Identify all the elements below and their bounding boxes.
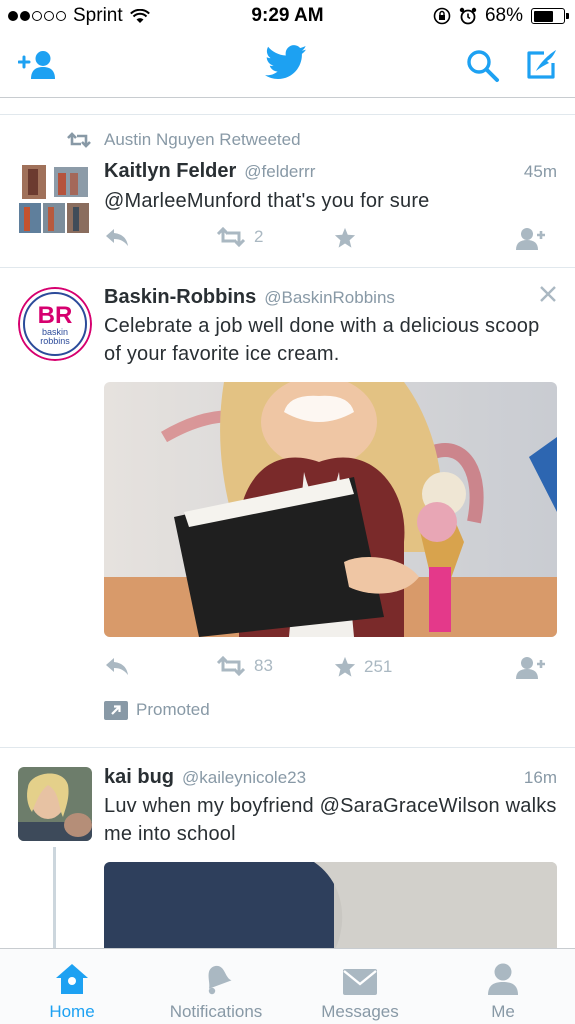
tweet-header: kai bug @kaileynicole23 16m [104, 766, 557, 789]
envelope-icon [343, 969, 377, 995]
collage-avatar-image [18, 163, 90, 235]
bell-icon [208, 965, 232, 995]
reply-button[interactable] [104, 656, 138, 676]
user-avatar-image [18, 767, 92, 841]
reply-button[interactable] [104, 227, 138, 247]
promoted-label: Promoted [104, 700, 210, 720]
retweet-icon [216, 227, 246, 247]
tweet-card[interactable]: kai bug @kaileynicole23 16m Luv when my … [0, 749, 575, 952]
dismiss-button[interactable] [539, 285, 557, 308]
status-bar: Sprint 9:29 AM 68% [0, 0, 575, 32]
tweet-photo[interactable] [104, 862, 557, 952]
promoted-arrow-icon [104, 700, 128, 720]
follow-user-icon [516, 657, 545, 679]
tab-home-label: Home [49, 1002, 95, 1021]
search-icon[interactable] [466, 49, 500, 83]
avatar[interactable]: BR baskin robbins [18, 287, 92, 361]
retweet-icon [216, 656, 246, 676]
tweet-time: 45m [523, 162, 557, 181]
follow-button[interactable] [515, 227, 555, 251]
thread-line [53, 847, 56, 948]
retweet-count: 2 [254, 227, 264, 246]
avatar[interactable] [18, 163, 90, 235]
ice-cream-photo-image [104, 382, 557, 637]
svg-text:robbins: robbins [40, 336, 70, 346]
home-icon [56, 964, 88, 994]
person-icon [488, 963, 518, 995]
status-right: 68% [433, 5, 569, 27]
author-handle[interactable]: @BaskinRobbins [264, 288, 395, 308]
like-button[interactable]: 251 [334, 656, 392, 678]
author-name[interactable]: kai bug [104, 766, 174, 789]
twitter-bird-icon[interactable] [265, 45, 308, 80]
alarm-icon [459, 7, 477, 25]
tweet-text: @MarleeMunford that's you for sure [104, 190, 430, 212]
retweet-context: Austin Nguyen Retweeted [66, 130, 301, 150]
tab-me[interactable]: Me [431, 949, 575, 1024]
promoted-tweet-card[interactable]: BR baskin robbins Baskin-Robbins @Baskin… [0, 269, 575, 748]
tweet-actions: 83 251 [104, 656, 554, 680]
follow-button[interactable] [515, 656, 555, 680]
star-icon [334, 227, 356, 248]
author-name[interactable]: Kaitlyn Felder [104, 160, 236, 183]
baskin-robbins-logo-icon: BR baskin robbins [18, 287, 92, 361]
tweet-photo[interactable] [104, 382, 557, 637]
tweet-actions: 2 [104, 227, 554, 251]
author-handle[interactable]: @felderrr [244, 162, 315, 182]
bottom-tab-bar: Home Notifications Messages Me [0, 948, 575, 1024]
promoted-text: Promoted [136, 700, 210, 719]
retweet-icon [67, 132, 91, 148]
battery-percent: 68% [484, 5, 523, 26]
tab-messages[interactable]: Messages [288, 949, 432, 1024]
svg-text:BR: BR [38, 302, 73, 329]
add-user-icon[interactable] [18, 50, 58, 80]
tab-notifications-label: Notifications [169, 1002, 263, 1021]
top-nav-bar [0, 32, 575, 98]
tab-notifications[interactable]: Notifications [144, 949, 288, 1024]
retweeted-by-text: Austin Nguyen Retweeted [104, 130, 301, 149]
author-name[interactable]: Baskin-Robbins [104, 286, 256, 309]
school-photo-image [104, 862, 557, 952]
tweet-text: Luv when my boyfriend @SaraGraceWilson w… [104, 795, 557, 845]
battery-level [533, 10, 554, 22]
rotation-lock-icon [433, 7, 451, 25]
like-count: 251 [364, 657, 393, 676]
battery-icon [531, 8, 569, 24]
reply-icon [106, 658, 128, 675]
tweet-card[interactable]: Austin Nguyen Retweeted Kaitlyn Felder @… [0, 116, 575, 268]
tweet-time: 16m [523, 768, 557, 787]
tab-messages-label: Messages [321, 1002, 399, 1021]
follow-user-icon [516, 228, 545, 250]
tab-me-label: Me [491, 1002, 515, 1021]
retweet-button[interactable]: 83 [216, 656, 273, 676]
reply-icon [106, 229, 128, 246]
avatar[interactable] [18, 767, 92, 841]
tweet-header: Kaitlyn Felder @felderrr 45m [104, 160, 557, 183]
tweet-text: Celebrate a job well done with a delicio… [104, 315, 540, 365]
retweet-button[interactable]: 2 [216, 227, 263, 247]
tab-home[interactable]: Home [0, 949, 144, 1024]
like-button[interactable] [334, 227, 364, 249]
close-icon [540, 286, 556, 302]
tweet-header: Baskin-Robbins @BaskinRobbins [104, 286, 557, 309]
author-handle[interactable]: @kaileynicole23 [182, 768, 306, 788]
star-icon [334, 656, 356, 677]
retweet-count: 83 [254, 656, 273, 675]
timeline-gap [0, 99, 575, 115]
compose-icon[interactable] [523, 47, 559, 83]
